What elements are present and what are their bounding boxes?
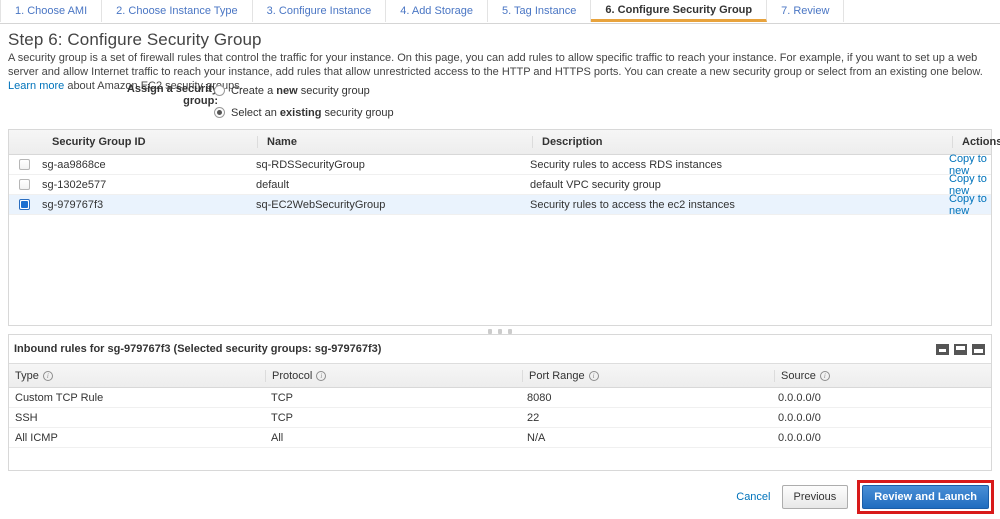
cell-security-group-id: sg-979767f3 <box>42 198 104 211</box>
cell-port-range: N/A <box>527 431 546 444</box>
cell-type: All ICMP <box>15 431 58 444</box>
column-header-type-label: Type <box>15 369 39 382</box>
checkbox-icon[interactable] <box>18 159 30 170</box>
panel-split-bottom-icon[interactable] <box>954 343 967 355</box>
wizard-tab-configure-security-group[interactable]: 6. Configure Security Group <box>591 0 768 22</box>
row-checkbox-cell[interactable] <box>9 199 39 210</box>
wizard-tab-review[interactable]: 7. Review <box>767 0 845 22</box>
radio-label-create-new: Create a new security group <box>231 84 370 97</box>
security-groups-table-header: Security Group ID Name Description Actio… <box>9 130 1000 155</box>
review-and-launch-button[interactable]: Review and Launch <box>862 485 989 509</box>
cell-port-range: 8080 <box>527 391 552 404</box>
inbound-rules-header-bar: Inbound rules for sg-979767f3 (Selected … <box>9 335 991 364</box>
info-icon[interactable]: i <box>42 370 53 381</box>
cancel-button[interactable]: Cancel <box>734 491 772 503</box>
column-header-source[interactable]: Source i <box>774 369 991 382</box>
previous-button[interactable]: Previous <box>781 485 849 509</box>
info-icon[interactable]: i <box>316 370 327 381</box>
copy-to-new-link[interactable]: Copy to new <box>949 193 987 217</box>
cell-port-range: 22 <box>527 411 540 424</box>
cell-type: SSH <box>15 411 38 424</box>
cell-name: default <box>256 178 290 191</box>
cell-security-group-id: sg-1302e577 <box>42 178 107 191</box>
description-text-leading: A security group is a set of firewall ru… <box>8 52 983 78</box>
cell-type: Custom TCP Rule <box>15 391 104 404</box>
cell-description: Security rules to access RDS instances <box>530 158 722 171</box>
cell-source: 0.0.0.0/0 <box>778 431 821 444</box>
row-checkbox-cell[interactable] <box>9 159 39 170</box>
column-header-name[interactable]: Name <box>257 136 532 148</box>
cell-description: default VPC security group <box>530 178 661 191</box>
column-header-actions[interactable]: Actions <box>952 136 1000 148</box>
panel-split-top-icon[interactable] <box>972 343 985 355</box>
radio-option-select-existing[interactable]: Select an existing security group <box>214 104 394 121</box>
panel-layout-toggle-group <box>936 343 991 355</box>
wizard-tab-choose-instance-type[interactable]: 2. Choose Instance Type <box>102 0 253 22</box>
cell-protocol: TCP <box>271 391 293 404</box>
ec2-configure-security-group-page: 1. Choose AMI 2. Choose Instance Type 3.… <box>0 0 1000 519</box>
checkbox-icon[interactable] <box>18 199 30 210</box>
checkbox-icon[interactable] <box>18 179 30 190</box>
wizard-tab-choose-ami[interactable]: 1. Choose AMI <box>0 0 103 22</box>
table-row[interactable]: SSH TCP 22 0.0.0.0/0 <box>9 408 991 428</box>
panel-bottom-icon[interactable] <box>936 343 949 355</box>
table-row[interactable]: sg-1302e577 default default VPC security… <box>9 173 991 197</box>
table-row[interactable]: All ICMP All N/A 0.0.0.0/0 <box>9 428 991 448</box>
cell-actions: Copy to new <box>940 193 991 217</box>
wizard-tab-configure-instance[interactable]: 3. Configure Instance <box>253 0 387 22</box>
review-and-launch-highlight: Review and Launch <box>857 480 994 514</box>
column-header-security-group-id[interactable]: Security Group ID <box>39 136 257 148</box>
column-header-protocol-label: Protocol <box>272 369 313 382</box>
info-icon[interactable]: i <box>819 370 830 381</box>
assign-security-group-label: Assign a security group: <box>126 83 218 107</box>
table-row[interactable]: sg-aa9868ce sq-RDSSecurityGroup Security… <box>9 153 991 177</box>
column-header-type[interactable]: Type i <box>9 370 265 382</box>
cell-protocol: All <box>271 431 284 444</box>
column-header-port-range-label: Port Range <box>529 369 585 382</box>
column-header-description[interactable]: Description <box>532 136 952 148</box>
radio-option-create-new[interactable]: Create a new security group <box>214 82 394 99</box>
cell-protocol: TCP <box>271 411 293 424</box>
table-row[interactable]: Custom TCP Rule TCP 8080 0.0.0.0/0 <box>9 388 991 408</box>
learn-more-link[interactable]: Learn more <box>8 80 64 92</box>
page-title: Step 6: Configure Security Group <box>8 30 262 49</box>
inbound-rules-table-header: Type i Protocol i Port Range i Source i <box>9 364 991 388</box>
wizard-tab-bar: 1. Choose AMI 2. Choose Instance Type 3.… <box>0 0 1000 24</box>
cell-name: sq-RDSSecurityGroup <box>256 158 365 171</box>
radio-icon-select-existing[interactable] <box>214 107 225 118</box>
inbound-rules-panel: Inbound rules for sg-979767f3 (Selected … <box>8 334 992 471</box>
cell-description: Security rules to access the ec2 instanc… <box>530 198 735 211</box>
cell-security-group-id: sg-aa9868ce <box>42 158 106 171</box>
radio-label-select-existing: Select an existing security group <box>231 106 394 119</box>
radio-icon-create-new[interactable] <box>214 85 225 96</box>
column-header-protocol[interactable]: Protocol i <box>265 369 522 382</box>
cell-source: 0.0.0.0/0 <box>778 391 821 404</box>
wizard-tab-tag-instance[interactable]: 5. Tag Instance <box>488 0 592 22</box>
table-row[interactable]: sg-979767f3 sq-EC2WebSecurityGroup Secur… <box>9 193 991 217</box>
column-header-port-range[interactable]: Port Range i <box>522 369 774 382</box>
security-groups-table: Security Group ID Name Description Actio… <box>8 129 1000 326</box>
cell-source: 0.0.0.0/0 <box>778 411 821 424</box>
assign-security-group-radio-group: Create a new security group Select an ex… <box>214 82 394 126</box>
column-header-source-label: Source <box>781 369 816 382</box>
cell-name: sq-EC2WebSecurityGroup <box>256 198 386 211</box>
row-checkbox-cell[interactable] <box>9 179 39 190</box>
wizard-tab-add-storage[interactable]: 4. Add Storage <box>386 0 489 22</box>
inbound-rules-title: Inbound rules for sg-979767f3 (Selected … <box>14 343 382 355</box>
info-icon[interactable]: i <box>588 370 599 381</box>
footer-button-bar: Cancel Previous Review and Launch <box>734 480 994 514</box>
